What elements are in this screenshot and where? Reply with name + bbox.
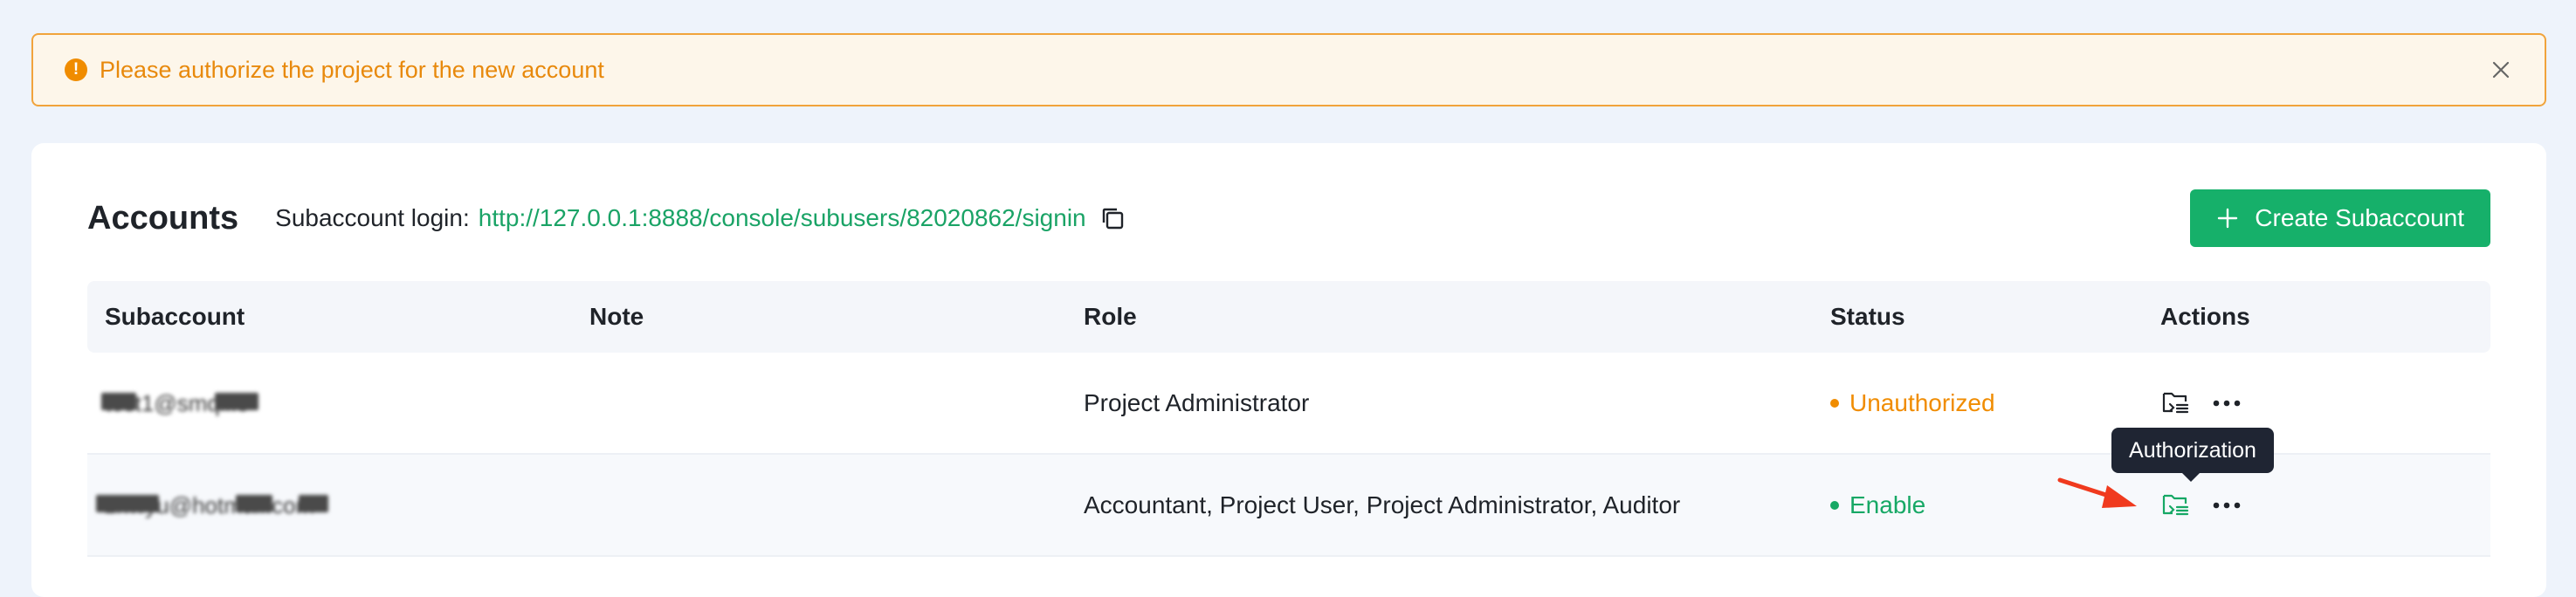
- subaccount-cell: zhwyu@hotmail.com: [87, 488, 589, 523]
- page-title: Accounts: [87, 199, 239, 237]
- authorization-tooltip: Authorization: [2111, 428, 2274, 482]
- role-cell: Project Administrator: [1084, 388, 1310, 416]
- warning-circle-icon: !: [65, 58, 87, 81]
- plus-icon: [2216, 207, 2239, 230]
- column-header-actions: Actions: [2160, 303, 2250, 330]
- close-icon[interactable]: [2489, 58, 2513, 82]
- subaccount-name: test1@smqlfle: [101, 386, 258, 421]
- annotation-arrow-icon: [2057, 477, 2137, 508]
- actions-cell: [2160, 388, 2490, 419]
- column-header-subaccount: Subaccount: [105, 303, 245, 330]
- more-options-icon[interactable]: [2211, 490, 2242, 521]
- subaccount-cell: test1@smqlfle: [87, 386, 589, 421]
- subaccount-login-link[interactable]: http://127.0.0.1:8888/console/subusers/8…: [479, 204, 1086, 232]
- role-cell: Accountant, Project User, Project Admini…: [1084, 491, 1681, 518]
- create-subaccount-label: Create Subaccount: [2255, 204, 2464, 231]
- subaccount-name: zhwyu@hotmail.com: [96, 488, 328, 523]
- copy-icon[interactable]: [1099, 204, 1126, 232]
- actions-cell: [2160, 490, 2490, 521]
- accounts-card: Accounts Subaccount login: http://127.0.…: [31, 143, 2546, 597]
- authorization-icon[interactable]: [2160, 388, 2192, 419]
- authorization-icon[interactable]: [2160, 490, 2192, 521]
- table-header: Subaccount Note Role Status Actions: [87, 281, 2490, 353]
- card-header: Accounts Subaccount login: http://127.0.…: [87, 187, 2490, 250]
- status-badge: Unauthorized: [1830, 389, 2160, 417]
- column-header-role: Role: [1084, 303, 1137, 330]
- more-options-icon[interactable]: [2211, 388, 2242, 419]
- column-header-status: Status: [1830, 303, 1905, 330]
- status-cell: Unauthorized: [1830, 389, 2160, 417]
- alert-message: Please authorize the project for the new…: [100, 56, 604, 83]
- status-dot: [1830, 398, 1839, 408]
- alert-banner: ! Please authorize the project for the n…: [31, 33, 2546, 106]
- status-dot: [1830, 500, 1839, 510]
- column-header-note: Note: [589, 303, 644, 330]
- login-label: Subaccount login:: [275, 204, 470, 231]
- create-subaccount-button[interactable]: Create Subaccount: [2190, 189, 2490, 247]
